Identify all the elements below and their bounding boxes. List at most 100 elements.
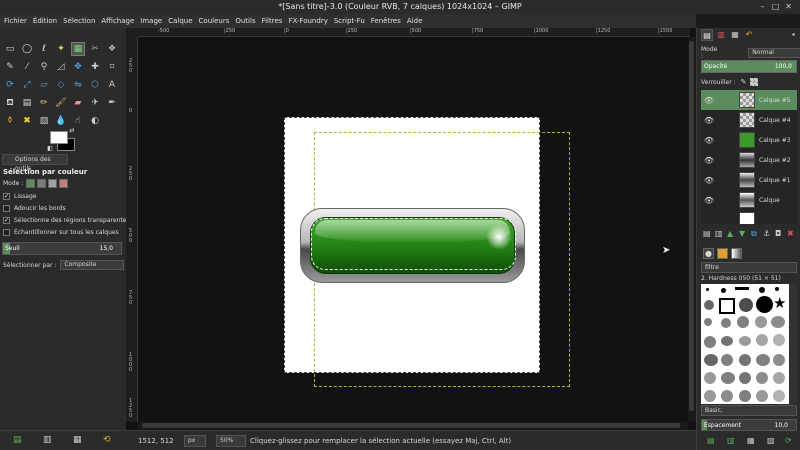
brush-preview[interactable] (704, 318, 712, 326)
brush-preview[interactable] (704, 336, 716, 348)
menu-affichage[interactable]: Affichage (101, 17, 134, 25)
brush-preview[interactable] (739, 372, 751, 384)
move-icon[interactable]: ✥ (71, 60, 85, 74)
select-by-dropdown[interactable]: Composite (60, 260, 125, 270)
antialias-checkbox[interactable]: ✓ (3, 193, 10, 200)
menu-fichier[interactable]: Fichier (4, 17, 27, 25)
duplicate-layer-icon[interactable]: ⧉ (751, 229, 757, 238)
zoom-dropdown[interactable]: 50% (216, 435, 246, 447)
brush-preview[interactable] (737, 316, 749, 328)
replace-mode-icon[interactable] (26, 179, 36, 188)
heal-icon[interactable]: ✖ (20, 114, 34, 128)
delete-options-icon[interactable]: ▦ (73, 436, 82, 445)
brush-preview[interactable] (706, 288, 709, 291)
menu-fenetres[interactable]: Fenêtres (371, 17, 401, 25)
free-select-icon[interactable]: ℓ (37, 42, 51, 56)
edit-brush-icon[interactable]: ▤ (707, 436, 715, 445)
tool-options-tab[interactable]: Options des outils (2, 154, 68, 172)
brush-preview[interactable] (775, 287, 779, 291)
text-icon[interactable]: A (105, 78, 119, 92)
transparent-checkbox[interactable]: ✓ (3, 217, 10, 224)
subtract-mode-icon[interactable] (48, 179, 58, 188)
delete-brush-icon[interactable]: ▧ (767, 436, 775, 445)
color-select-icon[interactable]: ▦ (71, 42, 85, 56)
layer-row[interactable]: 👁 Calque #5 (701, 90, 797, 110)
restore-options-icon[interactable]: ▥ (43, 436, 52, 445)
pencil-icon[interactable]: ✏ (37, 96, 51, 110)
feather-checkbox[interactable] (3, 205, 10, 212)
save-options-icon[interactable]: ▤ (13, 436, 22, 445)
ellipse-select-icon[interactable]: ◯ (20, 42, 34, 56)
vertical-scroll-thumb[interactable] (689, 41, 694, 411)
scale-icon[interactable]: ⤢ (20, 78, 34, 92)
layer-mask-icon[interactable]: ◘ (775, 229, 781, 238)
brushes-tab-icon[interactable]: ● (703, 248, 714, 259)
crop-icon[interactable]: ⌗ (105, 60, 119, 74)
duplicate-brush-icon[interactable]: ▦ (747, 436, 755, 445)
new-brush-icon[interactable]: ▥ (727, 436, 735, 445)
blur-icon[interactable]: 💧 (54, 114, 68, 128)
sample-merged-row[interactable]: Échantillonner sur tous les calques (3, 229, 119, 236)
opacity-slider[interactable]: Opacité 100,0 (701, 60, 797, 73)
lock-pixels-icon[interactable]: ✎ (741, 78, 747, 86)
foreground-select-icon[interactable]: ❖ (105, 42, 119, 56)
lock-alpha-icon[interactable] (750, 78, 759, 86)
menu-calque[interactable]: Calque (168, 17, 192, 25)
brush-preview[interactable] (773, 334, 785, 346)
align-icon[interactable]: ✚ (88, 60, 102, 74)
fuzzy-select-icon[interactable]: ✦ (54, 42, 68, 56)
canvas-area[interactable]: -500 |250 |0 |250 |500 |750 |1000 |1250 … (126, 28, 696, 430)
paths-tab-icon[interactable]: ▦ (729, 29, 741, 41)
close-button[interactable]: ✕ (784, 3, 793, 11)
star-brush-icon[interactable]: ★ (773, 296, 788, 311)
menu-couleurs[interactable]: Couleurs (199, 17, 230, 25)
brush-preview[interactable] (756, 334, 768, 346)
ink-icon[interactable]: ✒ (105, 96, 119, 110)
sample-merged-checkbox[interactable] (3, 229, 10, 236)
layer-row[interactable]: 👁 Calque #4 (701, 110, 797, 130)
add-mode-icon[interactable] (37, 179, 47, 188)
layers-tab-icon[interactable]: ▤ (701, 29, 713, 41)
maximize-button[interactable]: □ (771, 3, 780, 11)
menu-fx-foundry[interactable]: FX-Foundry (288, 17, 327, 25)
zoom-icon[interactable]: ⚲ (37, 60, 51, 74)
menu-image[interactable]: Image (140, 17, 162, 25)
brush-preview[interactable] (756, 372, 768, 384)
menu-script-fu[interactable]: Script-Fu (334, 17, 365, 25)
cage-icon[interactable]: ⬡ (88, 78, 102, 92)
eye-icon[interactable]: 👁 (701, 96, 717, 105)
shear-icon[interactable]: ▱ (37, 78, 51, 92)
brush-preview[interactable] (773, 354, 785, 366)
paths-icon[interactable]: ✎ (3, 60, 17, 74)
brush-preview[interactable] (773, 390, 785, 402)
horizontal-scrollbar[interactable] (138, 422, 688, 430)
layer-row[interactable]: 👁 Calque (701, 190, 797, 210)
dodge-burn-icon[interactable]: ◐ (88, 114, 102, 128)
refresh-brushes-icon[interactable]: ⟳ (785, 436, 792, 445)
antialias-row[interactable]: ✓ Lissage (3, 193, 36, 200)
flip-icon[interactable]: ⇋ (71, 78, 85, 92)
brush-preview[interactable] (721, 336, 733, 346)
brush-preview[interactable] (704, 390, 716, 402)
spacing-slider[interactable]: Espacement 10,0 (701, 419, 797, 431)
menu-outils[interactable]: Outils (235, 17, 255, 25)
brush-preview[interactable] (735, 287, 749, 290)
eye-icon[interactable]: 👁 (701, 196, 717, 205)
brush-preview[interactable] (721, 288, 726, 293)
brush-preview[interactable] (755, 316, 767, 328)
transparent-row[interactable]: ✓ Sélectionne des régions transparentes (3, 217, 130, 224)
eye-icon[interactable]: 👁 (701, 116, 717, 125)
layer-row[interactable]: 👁 Calque #3 (701, 130, 797, 150)
eye-icon[interactable]: 👁 (701, 156, 717, 165)
unit-dropdown[interactable]: px (184, 435, 206, 447)
delete-layer-icon[interactable]: ✖ (787, 229, 794, 238)
reset-options-icon[interactable]: ⟲ (103, 436, 111, 445)
eraser-icon[interactable]: ▰ (71, 96, 85, 110)
paintbrush-icon[interactable]: 🖌 (54, 96, 68, 110)
brush-preview[interactable] (739, 336, 751, 346)
scissors-icon[interactable]: ✂ (88, 42, 102, 56)
rect-select-icon[interactable]: ▭ (3, 42, 17, 56)
brush-preview[interactable] (756, 296, 773, 313)
vertical-scrollbar[interactable] (688, 37, 696, 422)
new-layer-icon[interactable]: ▤ (703, 229, 711, 238)
